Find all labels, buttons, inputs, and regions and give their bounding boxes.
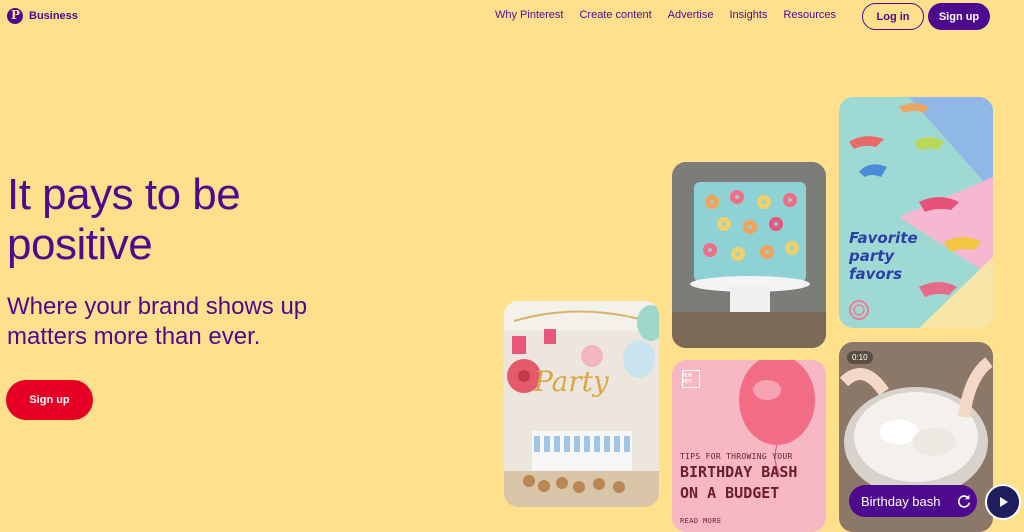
svg-text:Party: Party (533, 365, 610, 398)
dino-caption: Favorite party favors (849, 229, 918, 283)
budget-headline-line1: BIRTHDAY BASH (680, 463, 798, 481)
dino-party-favors-card[interactable]: Favorite party favors (839, 97, 993, 328)
top-nav: Why Pinterest Create content Advertise I… (495, 9, 852, 21)
dino-caption-line2: party (849, 247, 895, 265)
video-label: Birthday bash (861, 493, 941, 509)
play-button[interactable] (985, 484, 1021, 520)
brand-name: Business (29, 10, 78, 22)
pinterest-logo-icon (7, 8, 23, 24)
budget-headline-line2: ON A BUDGET (680, 484, 780, 502)
donut-cake-image-card[interactable] (672, 162, 826, 348)
read-more-link[interactable]: READ MORE (680, 517, 722, 525)
dino-caption-line3: favors (849, 265, 903, 283)
video-duration: 0:10 (847, 351, 873, 364)
budget-kicker: TIPS FOR THROWING YOUR (680, 452, 793, 461)
budget-text-block: TIPS FOR THROWING YOUR BIRTHDAY BASH ON … (680, 452, 820, 503)
play-icon (1000, 497, 1008, 507)
page: Business Why Pinterest Create content Ad… (0, 0, 1024, 532)
hero-title: It pays to be positive (7, 170, 241, 269)
dino-image (839, 97, 993, 328)
nav-why-pinterest[interactable]: Why Pinterest (495, 9, 563, 21)
login-button[interactable]: Log in (862, 3, 924, 30)
party-image: Party (504, 301, 659, 507)
nav-insights[interactable]: Insights (729, 9, 767, 21)
brand-logo[interactable]: Business (7, 8, 78, 24)
birthday-bash-video-card[interactable]: 0:10 Birthday bash (839, 342, 993, 532)
video-label-pill[interactable]: Birthday bash (849, 485, 977, 517)
nav-resources[interactable]: Resources (783, 9, 836, 21)
dino-caption-line1: Favorite (849, 229, 918, 247)
hero-signup-button[interactable]: Sign up (6, 380, 93, 420)
party-image-card[interactable]: Party (504, 301, 659, 507)
hero-subtitle: Where your brand shows up matters more t… (7, 293, 308, 350)
mum-mee-logo: MUM MEE (682, 370, 700, 388)
donut-cake-image (672, 162, 826, 348)
nav-advertise[interactable]: Advertise (668, 9, 714, 21)
nav-create-content[interactable]: Create content (579, 9, 651, 21)
budget-tips-card[interactable]: MUM MEE TIPS FOR THROWING YOUR BIRTHDAY … (672, 360, 826, 532)
header-signup-button[interactable]: Sign up (928, 3, 990, 30)
refresh-icon[interactable] (955, 492, 973, 510)
